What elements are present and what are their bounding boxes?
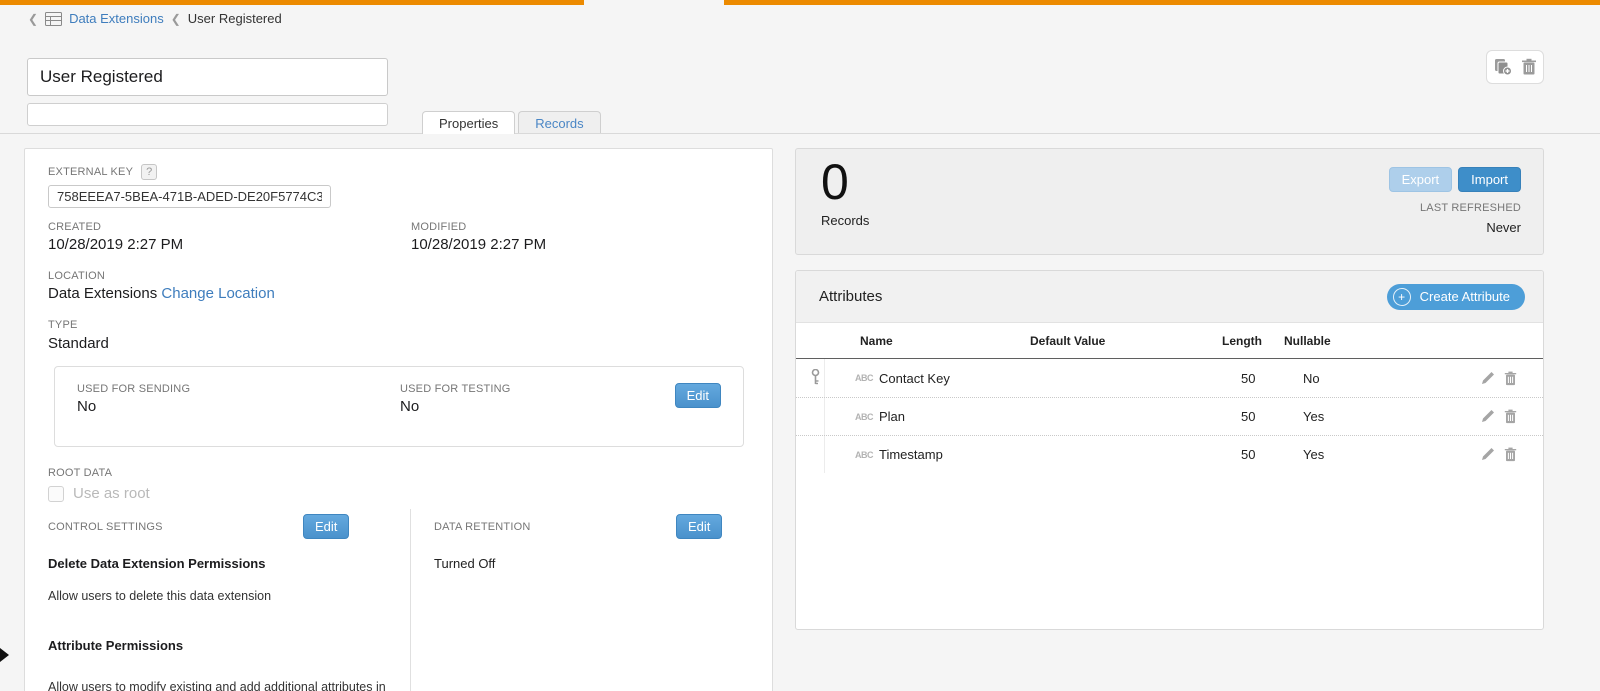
attribute-type-icon: ABC — [855, 373, 879, 383]
last-refreshed-label: LAST REFRESHED — [1420, 202, 1521, 214]
location-value: Data Extensions — [48, 285, 157, 302]
create-attribute-button[interactable]: + Create Attribute — [1387, 284, 1525, 310]
attribute-type-icon: ABC — [855, 450, 879, 460]
location-label: LOCATION — [48, 270, 105, 282]
tab-bar-divider — [0, 133, 1600, 134]
modified-value: 10/28/2019 2:27 PM — [411, 236, 546, 253]
attribute-nullable: No — [1303, 371, 1413, 386]
attribute-row: ABC Contact Key 50 No — [796, 359, 1543, 397]
tab-properties[interactable]: Properties — [422, 111, 515, 134]
delete-attribute-icon[interactable] — [1504, 371, 1517, 386]
tab-bar: Properties Records — [422, 111, 601, 134]
delete-attribute-icon[interactable] — [1504, 447, 1517, 462]
attributes-title: Attributes — [819, 288, 882, 305]
attribute-row: ABC Plan 50 Yes — [796, 397, 1543, 435]
primary-key-icon — [811, 369, 820, 388]
attribute-length: 50 — [1241, 371, 1303, 386]
copy-data-extension-icon[interactable] — [1494, 58, 1513, 76]
attribute-length: 50 — [1241, 447, 1303, 462]
data-extension-grid-icon — [45, 12, 62, 26]
change-location-link[interactable]: Change Location — [161, 285, 274, 302]
use-as-root-checkbox[interactable] — [48, 486, 64, 502]
used-for-sending-value: No — [77, 398, 96, 415]
bottom-left-arrow-icon[interactable] — [0, 648, 9, 662]
attribute-nullable: Yes — [1303, 447, 1413, 462]
attribute-permissions-title: Attribute Permissions — [48, 638, 183, 653]
attribute-name: Timestamp — [879, 447, 1049, 462]
breadcrumb-separator-icon: ❮ — [171, 13, 181, 25]
root-data-label: ROOT DATA — [48, 467, 112, 479]
attribute-name: Contact Key — [879, 371, 1049, 386]
use-as-root-label: Use as root — [73, 485, 150, 502]
created-label: CREATED — [48, 221, 101, 233]
breadcrumb-data-extensions-link[interactable]: Data Extensions — [69, 11, 164, 26]
create-attribute-label: Create Attribute — [1420, 289, 1510, 304]
import-button[interactable]: Import — [1458, 167, 1521, 192]
tab-records[interactable]: Records — [518, 111, 600, 134]
primary-key-cell — [806, 436, 825, 473]
delete-permissions-description: Allow users to delete this data extensio… — [48, 589, 271, 603]
data-retention-label: DATA RETENTION — [434, 521, 531, 533]
external-key-label: EXTERNAL KEY — [48, 166, 133, 178]
edit-control-settings-button[interactable]: Edit — [303, 514, 349, 539]
attributes-panel: Attributes + Create Attribute Name Defau… — [795, 270, 1544, 630]
settings-column-divider — [410, 509, 411, 691]
external-key-input[interactable] — [48, 185, 331, 208]
edit-attribute-icon[interactable] — [1481, 371, 1495, 386]
plus-icon: + — [1393, 288, 1411, 306]
last-refreshed-value: Never — [1420, 220, 1521, 235]
properties-panel: EXTERNAL KEY ? CREATED 10/28/2019 2:27 P… — [24, 148, 773, 691]
edit-attribute-icon[interactable] — [1481, 409, 1495, 424]
used-for-testing-label: USED FOR TESTING — [400, 383, 511, 395]
name-input[interactable] — [27, 58, 388, 96]
column-nullable: Nullable — [1284, 334, 1543, 348]
record-count-label: Records — [821, 213, 869, 228]
primary-key-cell — [806, 359, 825, 397]
export-button[interactable]: Export — [1389, 167, 1453, 192]
type-label: TYPE — [48, 319, 78, 331]
attributes-table-header: Name Default Value Length Nullable — [796, 323, 1543, 359]
control-settings-label: CONTROL SETTINGS — [48, 521, 163, 533]
description-input[interactable] — [27, 103, 388, 126]
external-key-help-icon[interactable]: ? — [141, 164, 157, 180]
attribute-nullable: Yes — [1303, 409, 1413, 424]
modified-label: MODIFIED — [411, 221, 466, 233]
delete-permissions-title: Delete Data Extension Permissions — [48, 556, 265, 571]
edit-sending-button[interactable]: Edit — [675, 383, 721, 408]
column-default-value: Default Value — [1030, 334, 1222, 348]
top-accent-bar-left — [0, 0, 584, 5]
breadcrumb: ❮ Data Extensions ❮ User Registered — [28, 11, 282, 26]
used-for-testing-value: No — [400, 398, 419, 415]
edit-attribute-icon[interactable] — [1481, 447, 1495, 462]
top-accent-bar-right — [724, 0, 1600, 5]
attribute-name: Plan — [879, 409, 1049, 424]
records-summary-panel: 0 Records Export Import LAST REFRESHED N… — [795, 148, 1544, 255]
delete-attribute-icon[interactable] — [1504, 409, 1517, 424]
record-count: 0 — [821, 155, 849, 210]
data-retention-value: Turned Off — [434, 556, 495, 571]
delete-data-extension-icon[interactable] — [1521, 58, 1537, 76]
primary-key-cell — [806, 398, 825, 435]
type-value: Standard — [48, 335, 109, 352]
breadcrumb-current-page: User Registered — [188, 11, 282, 26]
breadcrumb-back-icon[interactable]: ❮ — [28, 13, 38, 25]
attribute-type-icon: ABC — [855, 412, 879, 422]
data-extension-actions-group — [1486, 50, 1544, 84]
sending-settings-box: USED FOR SENDING No USED FOR TESTING No … — [54, 366, 744, 447]
created-value: 10/28/2019 2:27 PM — [48, 236, 183, 253]
column-length: Length — [1222, 334, 1284, 348]
edit-data-retention-button[interactable]: Edit — [676, 514, 722, 539]
attributes-header: Attributes + Create Attribute — [796, 271, 1543, 323]
column-name: Name — [860, 334, 1030, 348]
used-for-sending-label: USED FOR SENDING — [77, 383, 190, 395]
attribute-length: 50 — [1241, 409, 1303, 424]
attribute-row: ABC Timestamp 50 Yes — [796, 435, 1543, 473]
attribute-permissions-description: Allow users to modify existing and add a… — [48, 680, 386, 691]
